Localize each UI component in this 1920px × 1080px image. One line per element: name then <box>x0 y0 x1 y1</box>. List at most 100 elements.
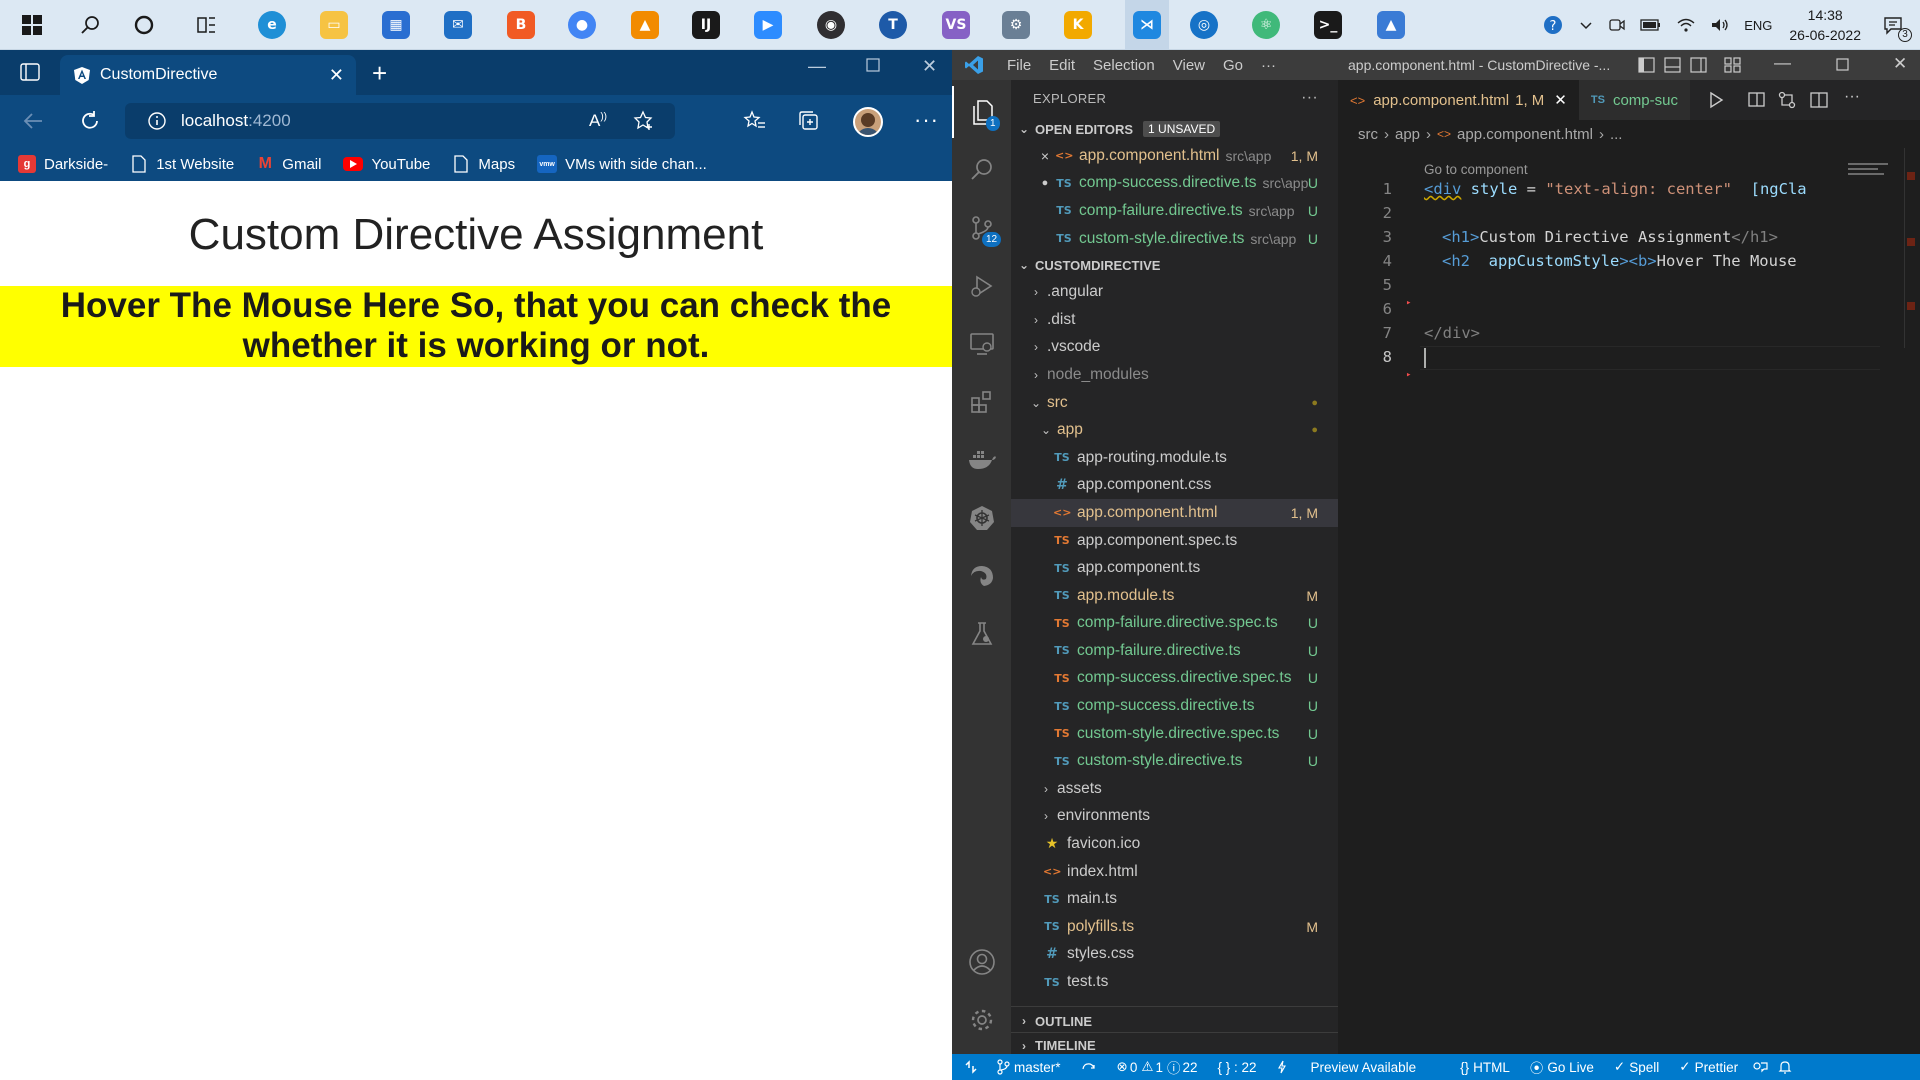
toggle-sidebar-icon[interactable] <box>1638 57 1655 73</box>
taskbar-obs-icon[interactable]: ◉ <box>815 9 847 41</box>
taskbar-visual-studio-icon[interactable]: VS <box>940 9 972 41</box>
open-editor-item[interactable]: TS custom-style.directive.ts src\app U <box>1011 225 1338 253</box>
run-debug-activity[interactable] <box>952 260 1011 312</box>
tree-file[interactable]: TS polyfills.ts M <box>1011 913 1338 941</box>
taskbar-vlc-icon[interactable]: ▲ <box>629 9 661 41</box>
tree-file[interactable]: TS app.component.spec.ts <box>1011 527 1338 555</box>
prettier-indicator[interactable]: ✓ Prettier <box>1679 1059 1738 1075</box>
hover-directive-text[interactable]: Hover The Mouse Here So, that you can ch… <box>0 286 952 367</box>
docker-activity[interactable] <box>952 434 1011 486</box>
taskbar-task-view-icon[interactable] <box>190 9 222 41</box>
search-activity[interactable] <box>952 144 1011 196</box>
taskbar-brave-icon[interactable]: B <box>505 9 537 41</box>
extensions-activity[interactable] <box>952 376 1011 428</box>
back-icon[interactable] <box>22 111 44 131</box>
manage-activity[interactable] <box>952 994 1011 1046</box>
vs-minimize-icon[interactable]: — <box>1774 53 1791 73</box>
address-bar[interactable]: localhost :4200 A)) <box>125 103 675 139</box>
open-editor-item[interactable]: ● TS comp-success.directive.ts src\app U <box>1011 170 1338 198</box>
compare-changes-icon[interactable] <box>1778 91 1796 109</box>
bell-icon[interactable] <box>1778 1059 1792 1075</box>
tree-folder[interactable]: › .angular <box>1011 278 1338 306</box>
notifications-icon[interactable]: 3 <box>1882 14 1912 42</box>
tree-file[interactable]: TS app.component.ts <box>1011 554 1338 582</box>
menu-item[interactable]: View <box>1173 57 1205 74</box>
tree-folder[interactable]: › assets <box>1011 775 1338 803</box>
add-favorite-icon[interactable] <box>633 110 655 132</box>
tree-file[interactable]: TS custom-style.directive.spec.ts U <box>1011 720 1338 748</box>
preview-available[interactable]: Preview Available <box>1311 1060 1417 1075</box>
tree-file[interactable]: TS app-routing.module.ts <box>1011 444 1338 472</box>
tree-file[interactable]: # styles.css <box>1011 941 1338 969</box>
taskbar-record-app-icon[interactable]: ◎ <box>1188 9 1220 41</box>
tree-file[interactable]: TS comp-success.directive.ts U <box>1011 692 1338 720</box>
taskbar-zoom-icon[interactable]: ▶ <box>752 9 784 41</box>
minimap[interactable] <box>1848 160 1898 180</box>
battery-icon[interactable] <box>1640 18 1662 32</box>
tab-app-component-html[interactable]: <> app.component.html 1, M ✕ <box>1338 80 1579 120</box>
collections-icon[interactable] <box>797 109 821 133</box>
explorer-more-icon[interactable]: ··· <box>1301 89 1318 107</box>
menu-item[interactable]: Edit <box>1049 57 1075 74</box>
tree-file[interactable]: TS custom-style.directive.ts U <box>1011 747 1338 775</box>
outline-header[interactable]: › OUTLINE <box>1011 1008 1338 1034</box>
favorite-item[interactable]: vmw VMs with side chan... <box>537 155 707 173</box>
tree-file[interactable]: TS app.module.ts M <box>1011 582 1338 610</box>
favorite-item[interactable]: Maps <box>452 155 515 173</box>
toggle-secondary-sidebar-icon[interactable] <box>1690 57 1707 73</box>
go-live-button[interactable]: ⦿ Go Live <box>1530 1057 1594 1077</box>
toggle-panel-icon[interactable] <box>1664 57 1681 73</box>
favorite-item[interactable]: g Darkside- <box>18 155 108 173</box>
tree-file[interactable]: TS comp-failure.directive.spec.ts U <box>1011 610 1338 638</box>
more-options-icon[interactable]: ··· <box>914 107 939 133</box>
open-editor-item[interactable]: × <> app.component.html src\app 1, M <box>1011 142 1338 170</box>
profile-avatar[interactable] <box>853 107 883 137</box>
edge-devtools-activity[interactable] <box>952 550 1011 602</box>
taskbar-intellij-icon[interactable]: IJ <box>690 9 722 41</box>
favorites-icon[interactable] <box>743 109 767 133</box>
tree-file[interactable]: <> app.component.html 1, M <box>1011 499 1338 527</box>
tab-actions-icon[interactable] <box>20 63 40 81</box>
taskbar-terminal-icon[interactable]: >_ <box>1312 9 1344 41</box>
tab-comp-success[interactable]: TS comp-suc <box>1578 80 1690 120</box>
explorer-activity[interactable]: 1 <box>952 86 1011 138</box>
tree-file[interactable]: TS comp-success.directive.spec.ts U <box>1011 665 1338 693</box>
taskbar-photos-icon[interactable]: ▲ <box>1375 9 1407 41</box>
problems-indicator[interactable]: ⊗ 0 ⚠ 1 ⓘ 22 <box>1117 1057 1198 1077</box>
feedback-icon[interactable] <box>1752 1060 1768 1074</box>
help-icon[interactable]: ? <box>1542 14 1564 36</box>
source-control-activity[interactable]: 12 <box>952 202 1011 254</box>
tree-folder[interactable]: › .vscode <box>1011 334 1338 362</box>
menu-item[interactable]: Go <box>1223 57 1243 74</box>
language-indicator[interactable]: ENG <box>1744 18 1772 33</box>
taskbar-store-icon[interactable]: ▦ <box>380 9 412 41</box>
menu-item[interactable]: ··· <box>1261 57 1276 74</box>
language-mode[interactable]: {} HTML <box>1460 1060 1510 1075</box>
testing-activity[interactable] <box>952 608 1011 660</box>
close-window-icon[interactable]: ✕ <box>922 56 937 77</box>
taskbar-start-icon[interactable] <box>16 9 48 41</box>
accounts-activity[interactable] <box>952 936 1011 988</box>
chevron-up-icon[interactable] <box>1578 17 1594 33</box>
taskbar-file-explorer-icon[interactable]: ▭ <box>318 9 350 41</box>
taskbar-tool-app-icon[interactable]: ⚙ <box>1000 9 1032 41</box>
vs-close-icon[interactable]: ✕ <box>1893 54 1907 74</box>
remote-indicator[interactable] <box>964 1060 978 1074</box>
customize-layout-icon[interactable] <box>1724 57 1741 73</box>
taskbar-search-icon[interactable] <box>74 9 106 41</box>
site-info-icon[interactable] <box>147 111 167 131</box>
breadcrumb-src[interactable]: src <box>1358 126 1378 143</box>
open-editor-item[interactable]: TS comp-failure.directive.ts src\app U <box>1011 197 1338 225</box>
tree-file[interactable]: TS comp-failure.directive.ts U <box>1011 637 1338 665</box>
kubernetes-activity[interactable] <box>952 492 1011 544</box>
open-editors-header[interactable]: ⌄ OPEN EDITORS 1 UNSAVED <box>1011 116 1338 142</box>
sync-indicator[interactable] <box>1081 1060 1097 1074</box>
tree-file[interactable]: <> index.html <box>1011 858 1338 886</box>
split-editor-icon[interactable] <box>1810 91 1828 109</box>
close-tab-icon[interactable]: ✕ <box>329 65 344 86</box>
spell-indicator[interactable]: ✓ Spell <box>1614 1059 1659 1075</box>
meet-icon[interactable] <box>1608 16 1626 34</box>
wifi-icon[interactable] <box>1676 17 1696 33</box>
taskbar-kite-app-icon[interactable]: K <box>1062 9 1094 41</box>
tree-folder[interactable]: ⌄ app ● <box>1011 416 1338 444</box>
